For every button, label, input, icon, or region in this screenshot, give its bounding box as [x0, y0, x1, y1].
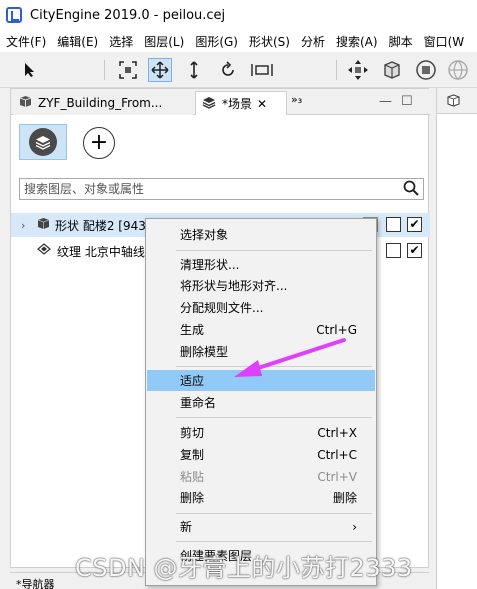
watermark: CSDN @牙膏上的小苏打2333	[75, 554, 413, 582]
annotation-arrow	[234, 338, 346, 377]
